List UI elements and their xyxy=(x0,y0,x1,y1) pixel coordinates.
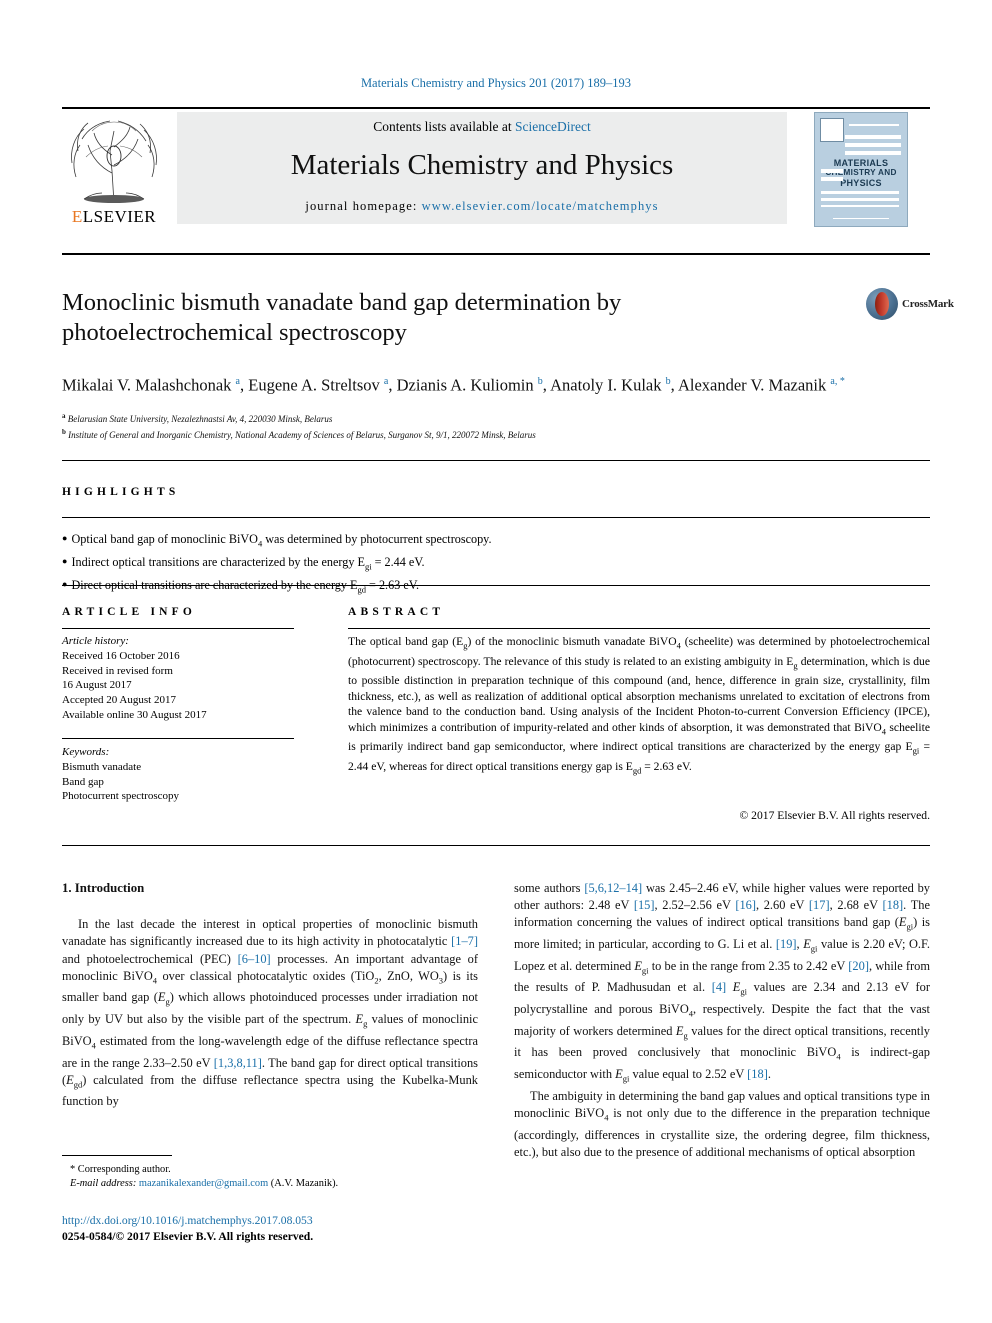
keywords-label: Keywords: xyxy=(62,746,110,758)
footnote-rule xyxy=(62,1155,172,1156)
article-info-block: Article history: Received 16 October 201… xyxy=(62,634,294,723)
keywords-lines: Bismuth vanadate Band gap Photocurrent spe… xyxy=(62,760,294,804)
highlights-under-rule xyxy=(62,517,930,518)
crossmark-badge[interactable]: CrossMark xyxy=(866,288,954,322)
copyright-line: © 2017 Elsevier B.V. All rights reserved… xyxy=(739,809,930,822)
abstract-text: The optical band gap (Eg) of the monocli… xyxy=(348,635,931,776)
issn-copyright-line: 0254-0584/© 2017 Elsevier B.V. All right… xyxy=(62,1230,314,1243)
highlight-item: ● Indirect optical transitions are charac… xyxy=(62,554,425,572)
doi-link[interactable]: http://dx.doi.org/10.1016/j.matchemphys.… xyxy=(62,1213,492,1229)
article-info-heading: ARTICLE INFO xyxy=(62,606,197,618)
page-title: Monoclinic bismuth vanadate band gap det… xyxy=(62,289,622,346)
journal-cover-thumbnail: MATERIALS CHEMISTRY AND PHYSICS xyxy=(814,112,908,227)
history-line: Received 16 October 2016 xyxy=(62,649,180,662)
title-top-rule xyxy=(62,253,930,255)
journal-homepage-link[interactable]: www.elsevier.com/locate/matchemphys xyxy=(422,199,659,213)
journal-title: Materials Chemistry and Physics xyxy=(290,149,674,181)
journal-homepage-line: journal homepage: www.elsevier.com/locat… xyxy=(177,199,787,214)
keyword-item: Bismuth vanadate xyxy=(62,760,142,773)
keywords-block: Keywords: Bismuth vanadate Band gap Photoc… xyxy=(62,745,294,804)
affiliation-b: b Institute of General and Inorganic Che… xyxy=(62,427,536,440)
highlight-item: ● Direct optical transitions are characte… xyxy=(62,577,420,595)
paragraph-intro-2: some authors [5,6,12–14] was 2.45–2.46 e… xyxy=(514,881,931,1084)
keywords-rule xyxy=(62,738,294,739)
elsevier-tree-icon xyxy=(62,111,166,209)
article-info-rule xyxy=(62,628,294,629)
section-title-introduction: 1. Introduction xyxy=(62,881,145,895)
affiliation-list: a Belarusian State University, Nezalezhn… xyxy=(62,410,922,441)
email-note: E-mail address: mazanikalexander@gmail.c… xyxy=(70,1177,490,1191)
article-first-page: Materials Chemistry and Physics 201 (201… xyxy=(0,0,992,1323)
doi-block: http://dx.doi.org/10.1016/j.matchemphys.… xyxy=(62,1213,492,1245)
elsevier-wordmark: ELSEVIER xyxy=(71,207,157,226)
cover-elsevier-logo xyxy=(820,118,844,142)
email-label: E-mail address: xyxy=(70,1178,137,1189)
contents-band: Contents lists available at ScienceDirec… xyxy=(177,112,787,224)
footnote-block: * Corresponding author. E-mail address: … xyxy=(70,1163,490,1191)
history-line: 16 August 2017 xyxy=(62,679,132,692)
affiliation-a: a Belarusian State University, Nezalezhn… xyxy=(62,412,333,424)
contents-available-line: Contents lists available at ScienceDirec… xyxy=(177,112,787,135)
author-list: Mikalai V. Malashchonak a, Eugene A. Str… xyxy=(62,375,845,395)
journal-masthead: ELSEVIER Contents lists available at Sci… xyxy=(62,107,930,227)
body-column-right: some authors [5,6,12–14] was 2.45–2.46 e… xyxy=(514,880,930,1161)
cover-title-line1: MATERIALS xyxy=(833,158,889,168)
keyword-item: Photocurrent spectroscopy xyxy=(62,790,179,803)
article-history-label: Article history: xyxy=(62,635,129,647)
highlights-list: ● Optical band gap of monoclinic BiVO4 wa… xyxy=(62,530,662,599)
body-column-left: 1. Introduction In the last decade the i… xyxy=(62,880,478,1111)
abstract-rule xyxy=(348,628,930,629)
paragraph-intro-1: In the last decade the interest in optic… xyxy=(62,917,478,1109)
info-top-rule xyxy=(62,585,930,586)
history-line: Available online 30 August 2017 xyxy=(62,708,207,721)
paragraph-intro-3: The ambiguity in determining the band ga… xyxy=(514,1088,930,1159)
email-link[interactable]: mazanikalexander@gmail.com xyxy=(139,1178,268,1189)
crossmark-label: CrossMark xyxy=(902,298,954,310)
sciencedirect-link[interactable]: ScienceDirect xyxy=(515,119,591,134)
highlights-top-rule xyxy=(62,460,930,461)
email-owner: (A.V. Mazanik). xyxy=(270,1178,339,1189)
corresponding-author-note: * Corresponding author. xyxy=(70,1164,171,1175)
article-history-lines: Received 16 October 2016 Received in revi… xyxy=(62,649,294,723)
homepage-label: journal homepage: xyxy=(305,199,422,213)
abstract-heading: ABSTRACT xyxy=(348,606,445,618)
crossmark-icon xyxy=(866,288,898,320)
running-head: Materials Chemistry and Physics 201 (201… xyxy=(360,76,632,90)
contents-prefix: Contents lists available at xyxy=(373,119,515,134)
history-line: Received in revised form xyxy=(62,664,173,677)
history-line: Accepted 20 August 2017 xyxy=(62,694,176,707)
highlights-heading: HIGHLIGHTS xyxy=(62,486,180,498)
abstract-bottom-rule xyxy=(62,845,930,846)
highlight-item: ● Optical band gap of monoclinic BiVO4 wa… xyxy=(62,532,492,549)
keyword-item: Band gap xyxy=(62,775,104,788)
